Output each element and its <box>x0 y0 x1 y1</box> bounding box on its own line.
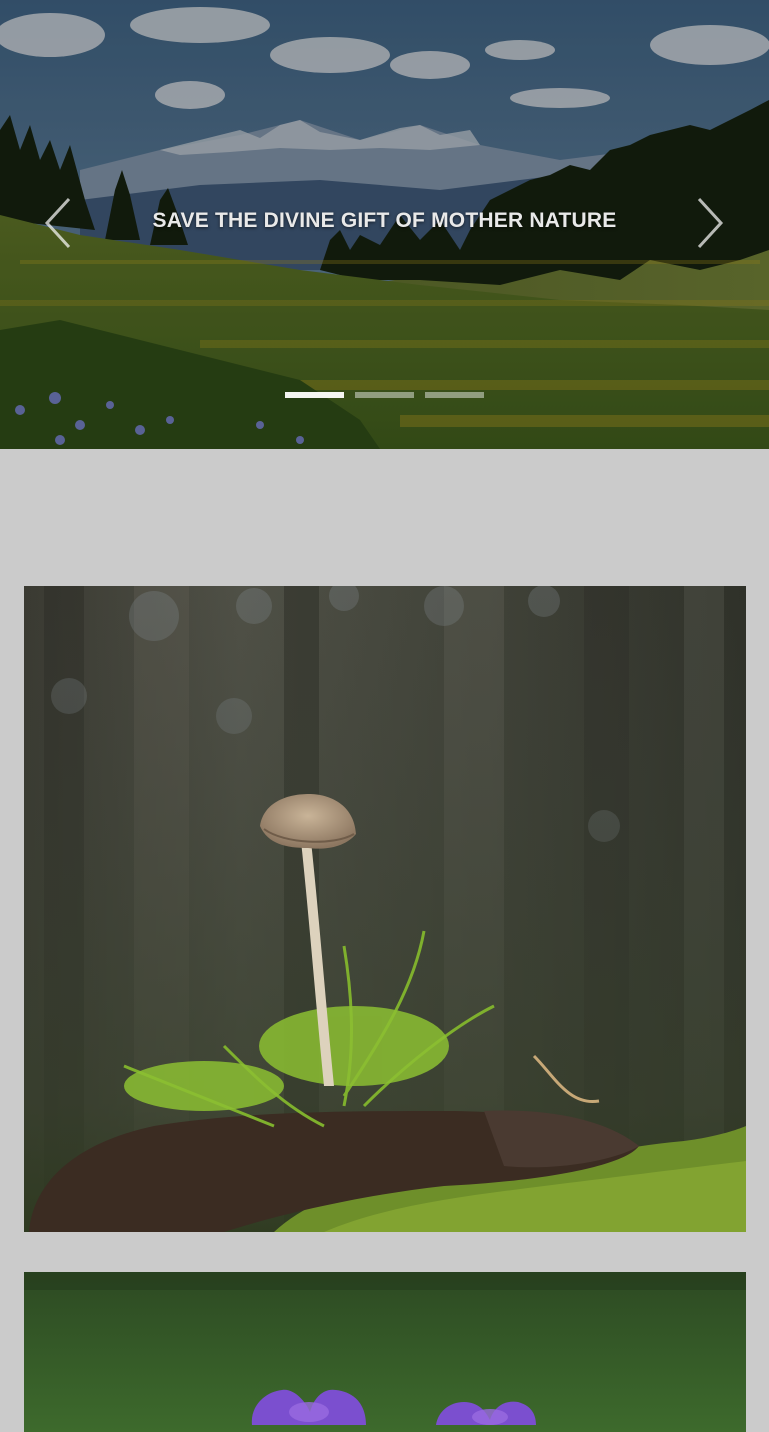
carousel-indicator-3[interactable] <box>425 392 484 398</box>
carousel-next-button[interactable] <box>690 190 730 256</box>
carousel-indicators <box>285 392 484 398</box>
chevron-left-icon <box>44 197 71 249</box>
carousel-prev-button[interactable] <box>38 190 78 256</box>
chevron-right-icon <box>697 197 724 249</box>
carousel-indicator-1[interactable] <box>285 392 344 398</box>
hero-carousel[interactable]: SAVE THE DIVINE GIFT OF MOTHER NATURE <box>0 0 769 449</box>
gallery-image-crocus[interactable] <box>24 1272 746 1432</box>
gallery-image-mushroom[interactable] <box>24 586 746 1232</box>
carousel-indicator-2[interactable] <box>355 392 414 398</box>
carousel-caption: SAVE THE DIVINE GIFT OF MOTHER NATURE <box>152 209 617 232</box>
crocus-photo <box>24 1272 746 1432</box>
mushroom-photo <box>24 586 746 1232</box>
